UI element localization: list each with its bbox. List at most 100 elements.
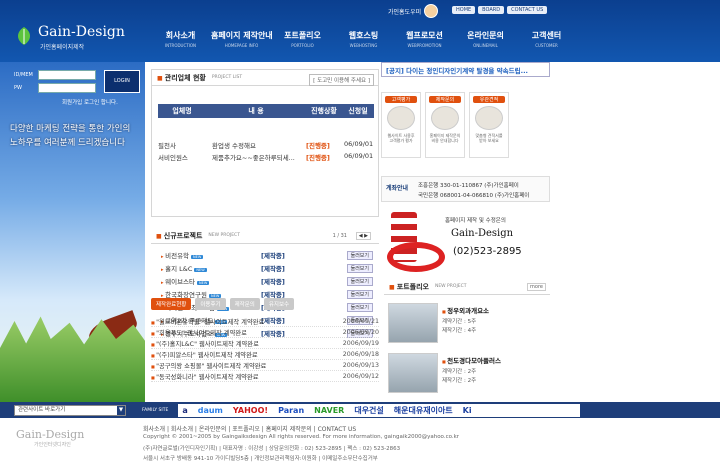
project-list-title: 관리업체 현황 bbox=[157, 73, 206, 83]
card-customer-review[interactable]: 고객평가 웹사이트 사용후 고객평가 평가 bbox=[381, 92, 421, 158]
partner-logo[interactable]: YAHOO! bbox=[233, 406, 268, 415]
helper-mascot[interactable]: 가인홈도우미 bbox=[388, 4, 439, 18]
partner-logo[interactable]: a bbox=[182, 406, 187, 415]
list-item[interactable]: "동국성화니라" 웹사이트제작 계약완료2006/09/12 bbox=[151, 371, 379, 382]
list-item[interactable]: "희용푸드" 웹사이트제작 계약완료2006/09/20 bbox=[151, 327, 379, 338]
view-button[interactable]: 둘러보기 bbox=[346, 263, 373, 273]
project-search[interactable]: [ 도고민 이용해 주세요 ] bbox=[309, 74, 374, 86]
join-link[interactable]: 회원가입 로그인 합니다. bbox=[62, 98, 118, 106]
family-site-select[interactable]: 관련사이트 바로가기 ▼ bbox=[14, 404, 126, 416]
tab-completed[interactable]: 제작완료현황 bbox=[151, 298, 192, 310]
portfolio-thumbnail bbox=[388, 303, 438, 343]
chevron-down-icon: ▼ bbox=[117, 405, 125, 415]
view-button[interactable]: 둘러보기 bbox=[346, 289, 373, 299]
top-links: HOME BOARD CONTACT US bbox=[452, 6, 548, 14]
project-list-subtitle: PROJECT LIST bbox=[211, 75, 243, 80]
portfolio-title: 포트폴리오 bbox=[389, 282, 429, 292]
notice-bar[interactable]: [공지] 다이는 정인디자인기계약 탈경을 약속드립... bbox=[381, 62, 550, 77]
list-item[interactable]: 홀지 L&CNEW[제작중]둘러보기 bbox=[161, 263, 373, 273]
table-row[interactable]: 서비인원스 제품추가요~~좋은하루되세... [진행중] 06/09/01 bbox=[158, 152, 374, 162]
list-item[interactable]: 비전유학NEW[제작중]둘러보기 bbox=[161, 250, 373, 260]
pen-icon bbox=[431, 106, 459, 130]
tab-reviews[interactable]: 이용후기 bbox=[195, 298, 226, 310]
password-input[interactable] bbox=[38, 83, 96, 93]
page-nav-button[interactable]: ◀ ▶ bbox=[355, 232, 371, 240]
main-nav: 회사소개 INTRODUCTION 홈페이지 제작안내 HOMEPAGE INFO … bbox=[150, 30, 577, 48]
calculator-icon bbox=[475, 106, 503, 130]
footer-links[interactable]: 회사소개 | 회사소개 | 온라인문의 | 포트폴리오 | 홈페이지 제작문의 … bbox=[143, 424, 356, 433]
account-info: 계좌안내 조흥은행 330-01-110867 (주)가인홈페이 국민은행 06… bbox=[381, 176, 550, 202]
portfolio-box: 포트폴리오 NEW PROJECT more 정우외과개요소 계약기간 : 5주… bbox=[384, 279, 550, 402]
logo-subtitle: 가인홈페이지제작 bbox=[40, 44, 85, 51]
new-badge: NEW bbox=[194, 268, 207, 272]
pw-label: PW bbox=[14, 85, 22, 91]
contact-banner[interactable]: 홈페이지 제작 및 수정은의 Gain-Design (02)523-2895 bbox=[381, 204, 550, 279]
table-row[interactable]: 필천사 환업생 수정해요 [진행중] 06/09/01 bbox=[158, 140, 374, 150]
list-item[interactable]: 웨이브스타NEW[제작중]둘러보기 bbox=[161, 276, 373, 286]
nav-homepage-info[interactable]: 홈페이지 제작안내 HOMEPAGE INFO bbox=[211, 30, 273, 48]
card-estimate[interactable]: 유관견적 맞춤형 견적서를 받아 보세요 bbox=[469, 92, 509, 158]
nav-webhosting[interactable]: 웹호스팅 WEBHOSTING bbox=[333, 30, 394, 48]
partner-logo[interactable]: Ki bbox=[463, 406, 472, 415]
new-project-subtitle: NEW PROJECT bbox=[208, 233, 240, 238]
company-info: (주)자연글로벌(가인디자인기획) | 대표자명 : 이강성 | 상담문의전화 … bbox=[143, 446, 401, 452]
nav-introduction[interactable]: 회사소개 INTRODUCTION bbox=[150, 30, 211, 48]
login-button[interactable]: LOGIN bbox=[104, 70, 140, 93]
more-button[interactable]: more bbox=[527, 282, 546, 291]
list-item[interactable]: "(주)홀지L&C" 웹사이트제작 계약완료2006/09/19 bbox=[151, 338, 379, 349]
list-item[interactable]: "공구의왕 쇼핑몰" 웹사이트제작 계약완료2006/09/13 bbox=[151, 360, 379, 371]
top-link-contact[interactable]: CONTACT US bbox=[507, 6, 548, 14]
partner-logo[interactable]: NAVER bbox=[314, 406, 344, 415]
portfolio-item[interactable]: 천도경다모아플러스 계약기간 : 2주 제작기간 : 2주 bbox=[388, 349, 546, 395]
id-label: ID/MEM bbox=[14, 72, 33, 78]
partner-logo[interactable]: 대우건설 bbox=[354, 405, 383, 416]
portfolio-thumbnail bbox=[388, 353, 438, 393]
partner-logo[interactable]: Paran bbox=[278, 406, 304, 415]
new-project-title: 신규프로젝트 bbox=[156, 231, 203, 241]
banner-phone: (02)523-2895 bbox=[453, 246, 522, 257]
tab-inquiry[interactable]: 제작문의 bbox=[229, 298, 260, 310]
login-form: ID/MEM PW LOGIN 회원가입 로그인 합니다. bbox=[14, 70, 140, 106]
view-button[interactable]: 둘러보기 bbox=[346, 250, 373, 260]
account-line: 조흥은행 330-01-110867 (주)가인홈페이 bbox=[418, 183, 519, 189]
list-item[interactable]: "(주)피알스타" 웹사이트제작 계약완료2006/09/18 bbox=[151, 349, 379, 360]
account-title: 계좌안내 bbox=[386, 185, 409, 192]
mascot-label: 가인홈도우미 bbox=[388, 8, 422, 16]
lifebuoy-image bbox=[387, 242, 445, 272]
partner-logo[interactable]: 해운대유재이아트 bbox=[394, 405, 453, 416]
list-item[interactable]: "월드비전유학원" 웹사이트제작 계약완료2006/09/21 bbox=[151, 316, 379, 327]
nav-portfolio[interactable]: 포트폴리오 PORTFOLIO bbox=[272, 30, 333, 48]
site-footer: Gain-Design 가인인터넷디자인 회사소개 | 회사소개 | 온라인문의… bbox=[0, 418, 720, 470]
address: 서울시 서초구 방배동 941-10 가이디빌딩5층 | 개인정보관리책임자:이… bbox=[143, 456, 378, 462]
page-indicator: 1 / 31 bbox=[332, 233, 347, 239]
new-badge: NEW bbox=[197, 281, 210, 285]
portfolio-item[interactable]: 정우외과개요소 계약기간 : 5주 제작기간 : 4주 bbox=[388, 299, 546, 345]
card-production-inquiry[interactable]: 제작문의 홈페이지 제작문의 비용 안내합니다 bbox=[425, 92, 465, 158]
id-input[interactable] bbox=[38, 70, 96, 80]
mascot-face-icon bbox=[424, 4, 439, 18]
contract-list: "월드비전유학원" 웹사이트제작 계약완료2006/09/21 "희용푸드" 웹… bbox=[151, 316, 379, 382]
site-header: Gain-Design 가인홈페이지제작 가인홈도우미 HOME BOARD C… bbox=[0, 0, 720, 62]
footer-logo: Gain-Design 가인인터넷디자인 bbox=[16, 428, 85, 448]
portfolio-subtitle: NEW PROJECT bbox=[434, 284, 467, 289]
pencil-icon bbox=[387, 106, 415, 130]
top-link-board[interactable]: BOARD bbox=[478, 6, 505, 14]
nav-onlinemail[interactable]: 온라인문의 ONLINEMAIL bbox=[455, 30, 516, 48]
id-row: ID/MEM bbox=[14, 70, 96, 80]
account-line: 국민은행 068001-04-066810 (주)가인홈페이 bbox=[418, 193, 530, 199]
partner-logo[interactable]: daum bbox=[198, 406, 223, 415]
partner-logos: a daum YAHOO! Paran NAVER 대우건설 해운대유재이아트 … bbox=[178, 403, 581, 417]
tab-maintenance[interactable]: 유지보수 bbox=[263, 298, 295, 310]
top-link-home[interactable]: HOME bbox=[452, 6, 476, 14]
board-tabs: 제작완료현황 이용후기 제작문의 유지보수 bbox=[151, 298, 295, 310]
new-badge: NEW bbox=[191, 255, 204, 259]
nav-webpromotion[interactable]: 웹프로모션 WEBPROMOTION bbox=[394, 30, 455, 48]
service-cards: 고객평가 웹사이트 사용후 고객평가 평가 제작문의 홈페이지 제작문의 비용 … bbox=[381, 92, 509, 158]
view-button[interactable]: 둘러보기 bbox=[346, 302, 373, 312]
logo-name: Gain-Design bbox=[38, 24, 125, 40]
slogan: 다양한 마케팅 전략을 통한 가인의 노하우를 여러분께 드리겠습니다 bbox=[10, 124, 131, 148]
copyright: Copyright © 2001~2005 by Gaingaiksdesign… bbox=[143, 434, 460, 440]
view-button[interactable]: 둘러보기 bbox=[346, 276, 373, 286]
left-visual bbox=[0, 62, 145, 402]
nav-customer[interactable]: 고객센터 CUSTOMER bbox=[516, 30, 577, 48]
